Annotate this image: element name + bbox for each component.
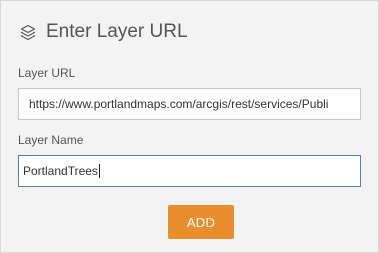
layer-name-value: PortlandTrees bbox=[23, 164, 98, 178]
panel-header: Enter Layer URL bbox=[18, 19, 188, 45]
layers-icon bbox=[18, 22, 38, 42]
add-button[interactable]: ADD bbox=[168, 205, 234, 239]
layer-url-value: https://www.portlandmaps.com/arcgis/rest… bbox=[29, 97, 329, 111]
panel-title: Enter Layer URL bbox=[46, 21, 188, 42]
text-caret bbox=[98, 164, 100, 178]
layer-name-input[interactable]: PortlandTrees bbox=[18, 155, 361, 187]
enter-layer-url-panel: Enter Layer URL Layer URL https://www.po… bbox=[0, 0, 379, 253]
layer-url-label: Layer URL bbox=[18, 66, 76, 80]
layer-name-label: Layer Name bbox=[18, 133, 84, 147]
layer-url-input[interactable]: https://www.portlandmaps.com/arcgis/rest… bbox=[18, 88, 361, 120]
